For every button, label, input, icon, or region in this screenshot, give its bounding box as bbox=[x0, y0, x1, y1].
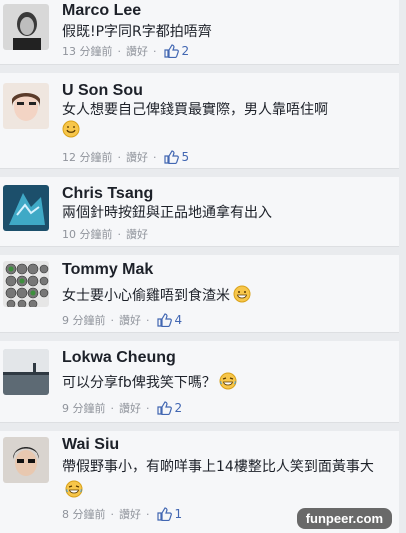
meta-separator: · bbox=[153, 150, 157, 164]
like-count: 4 bbox=[174, 313, 183, 327]
like-button[interactable]: 讚好 bbox=[126, 149, 148, 165]
like-count: 5 bbox=[181, 150, 190, 164]
comment-time[interactable]: 12 分鐘前 bbox=[62, 149, 113, 165]
thumbs-up-icon[interactable] bbox=[156, 401, 172, 415]
smile-emoji-icon bbox=[62, 120, 80, 138]
thumbs-up-icon[interactable] bbox=[163, 44, 179, 58]
comment-meta: 9 分鐘前 · 讚好 · 2 bbox=[62, 400, 182, 416]
comment-text: 帶假野事小，有啲咩事上14樓整比人笑到面黃事大 bbox=[62, 455, 382, 503]
thumbs-up-icon[interactable] bbox=[156, 313, 172, 327]
laugh-cry-emoji-icon bbox=[65, 480, 83, 498]
meta-separator: · bbox=[146, 401, 150, 415]
comment-time[interactable]: 9 分鐘前 bbox=[62, 312, 106, 328]
comment-text: 假既!P字同R字都拍唔齊 bbox=[62, 24, 212, 40]
like-button[interactable]: 讚好 bbox=[119, 506, 141, 522]
avatar[interactable] bbox=[3, 261, 49, 307]
comment-text-content: 女人想要自己俾錢買最實際，男人靠唔住啊 bbox=[62, 102, 328, 118]
thumbs-up-icon[interactable] bbox=[163, 150, 179, 164]
comment-meta: 13 分鐘前 · 讚好 · 2 bbox=[62, 43, 189, 59]
like-button[interactable]: 讚好 bbox=[119, 400, 141, 416]
comment-text: 女士要小心偷雞唔到食渣米 bbox=[62, 285, 392, 306]
avatar[interactable] bbox=[3, 185, 49, 231]
comment-item: Tommy Mak 女士要小心偷雞唔到食渣米 9 分鐘前 · 讚好 · 4 bbox=[0, 255, 399, 333]
comment-time[interactable]: 8 分鐘前 bbox=[62, 506, 106, 522]
comment-meta: 12 分鐘前 · 讚好 · 5 bbox=[62, 149, 189, 165]
commenter-name[interactable]: Marco Lee bbox=[62, 2, 141, 20]
comment-time[interactable]: 13 分鐘前 bbox=[62, 43, 113, 59]
meta-separator: · bbox=[110, 507, 115, 521]
meta-separator: · bbox=[146, 507, 150, 521]
commenter-name[interactable]: Lokwa Cheung bbox=[62, 349, 176, 367]
comment-text-content: 女士要小心偷雞唔到食渣米 bbox=[62, 288, 230, 304]
like-button[interactable]: 讚好 bbox=[126, 43, 148, 59]
like-count: 2 bbox=[181, 44, 190, 58]
comment-item: Marco Lee 假既!P字同R字都拍唔齊 13 分鐘前 · 讚好 · 2 bbox=[0, 0, 399, 65]
comment-text: 兩個針時按鈕與正品地通拿有出入 bbox=[62, 205, 272, 221]
comment-meta: 8 分鐘前 · 讚好 · 1 bbox=[62, 506, 182, 522]
comment-item: Chris Tsang 兩個針時按鈕與正品地通拿有出入 10 分鐘前 · 讚好 bbox=[0, 177, 399, 247]
comment-item: Lokwa Cheung 可以分享fb俾我笑下嗎？ 9 分鐘前 · 讚好 · 2 bbox=[0, 341, 399, 423]
comment-text-content: 帶假野事小，有啲咩事上14樓整比人笑到面黃事大 bbox=[62, 459, 374, 475]
comment-meta: 9 分鐘前 · 讚好 · 4 bbox=[62, 312, 182, 328]
commenter-name[interactable]: U Son Sou bbox=[62, 82, 143, 100]
like-button[interactable]: 讚好 bbox=[119, 312, 141, 328]
comment-meta: 10 分鐘前 · 讚好 bbox=[62, 226, 148, 242]
commenter-name[interactable]: Chris Tsang bbox=[62, 185, 153, 203]
comment-item: U Son Sou 女人想要自己俾錢買最實際，男人靠唔住啊 12 分鐘前 · 讚… bbox=[0, 73, 399, 169]
grin-emoji-icon bbox=[233, 285, 251, 303]
like-count: 1 bbox=[174, 507, 183, 521]
comment-time[interactable]: 10 分鐘前 bbox=[62, 226, 113, 242]
thumbs-up-icon[interactable] bbox=[156, 507, 172, 521]
meta-separator: · bbox=[110, 401, 115, 415]
laugh-cry-emoji-icon bbox=[219, 372, 237, 390]
commenter-name[interactable]: Tommy Mak bbox=[62, 261, 153, 279]
avatar[interactable] bbox=[3, 437, 49, 483]
comment-text: 女人想要自己俾錢買最實際，男人靠唔住啊 bbox=[62, 100, 392, 141]
comment-list: Marco Lee 假既!P字同R字都拍唔齊 13 分鐘前 · 讚好 · 2 U… bbox=[0, 0, 406, 533]
meta-separator: · bbox=[117, 150, 122, 164]
meta-separator: · bbox=[146, 313, 150, 327]
meta-separator: · bbox=[110, 313, 115, 327]
meta-separator: · bbox=[153, 44, 157, 58]
comment-text-content: 可以分享fb俾我笑下嗎？ bbox=[62, 375, 216, 391]
meta-separator: · bbox=[117, 227, 122, 241]
avatar[interactable] bbox=[3, 83, 49, 129]
like-count: 2 bbox=[174, 401, 183, 415]
comment-text: 可以分享fb俾我笑下嗎？ bbox=[62, 372, 392, 393]
commenter-name[interactable]: Wai Siu bbox=[62, 436, 119, 454]
like-button[interactable]: 讚好 bbox=[126, 226, 148, 242]
avatar[interactable] bbox=[3, 349, 49, 395]
avatar[interactable] bbox=[3, 4, 49, 50]
meta-separator: · bbox=[117, 44, 122, 58]
watermark: funpeer.com bbox=[296, 508, 392, 529]
comment-time[interactable]: 9 分鐘前 bbox=[62, 400, 106, 416]
